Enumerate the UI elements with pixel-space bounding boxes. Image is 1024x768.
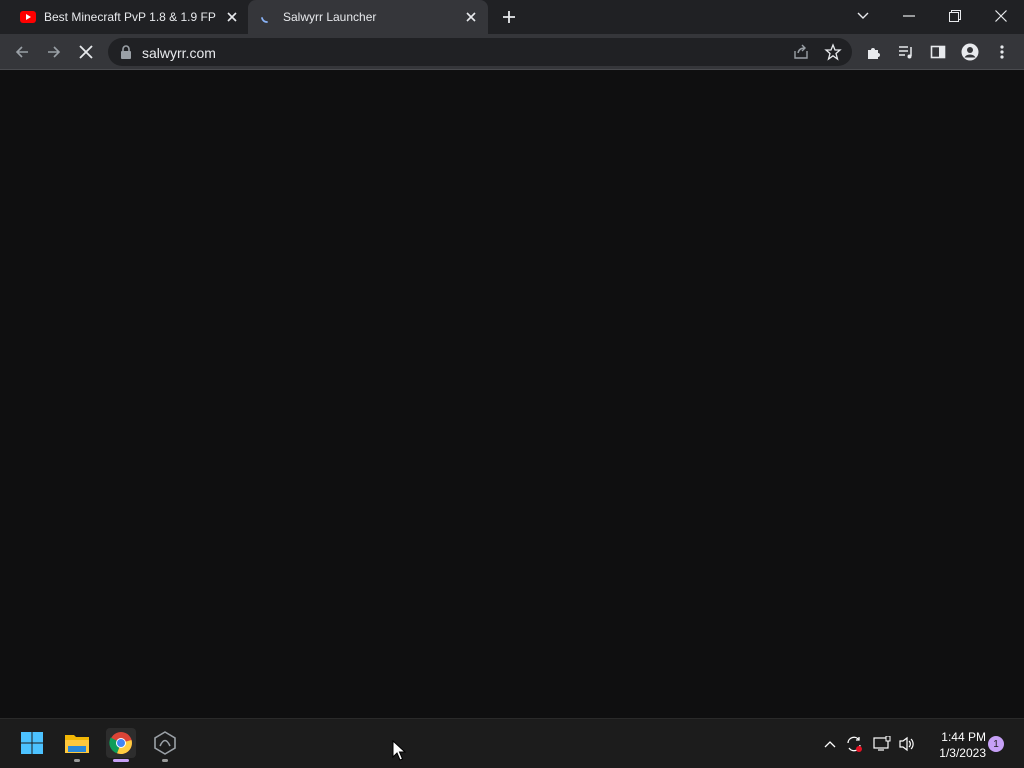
media-control-icon[interactable] [896, 42, 916, 62]
stop-loading-button[interactable] [76, 42, 96, 62]
tab-title: Salwyrr Launcher [283, 10, 377, 24]
new-tab-button[interactable] [500, 8, 518, 26]
extensions-icon[interactable] [864, 42, 884, 62]
clock-time: 1:44 PM [941, 730, 986, 744]
lock-icon[interactable] [120, 45, 132, 59]
profile-icon[interactable] [960, 42, 980, 62]
loading-spinner-icon [258, 9, 274, 25]
running-indicator [74, 759, 80, 762]
back-button[interactable] [12, 42, 32, 62]
share-icon[interactable] [792, 43, 810, 61]
network-icon[interactable] [873, 735, 891, 753]
address-bar[interactable]: salwyrr.com [108, 38, 852, 66]
tab-youtube[interactable]: Best Minecraft PvP 1.8 & 1.9 FPS [0, 0, 246, 34]
mouse-cursor-icon [392, 739, 407, 762]
active-indicator [113, 759, 129, 762]
bookmark-star-icon[interactable] [824, 43, 842, 61]
show-hidden-icons-icon[interactable] [821, 735, 839, 753]
close-tab-icon[interactable] [224, 9, 240, 25]
tab-salwyrr[interactable]: Salwyrr Launcher [248, 0, 488, 34]
page-content[interactable] [0, 70, 1024, 718]
clock-date: 1/3/2023 [939, 746, 986, 760]
taskbar: 1:44 PM 1/3/2023 1 [0, 718, 1024, 768]
notification-badge[interactable]: 1 [988, 736, 1004, 752]
salwyrr-launcher-icon[interactable] [150, 728, 180, 762]
windows-start-icon[interactable] [17, 728, 47, 758]
forward-button[interactable] [44, 42, 64, 62]
sync-icon[interactable] [845, 735, 863, 753]
tab-strip: Best Minecraft PvP 1.8 & 1.9 FPS Salwyrr… [0, 0, 1024, 34]
url-text[interactable]: salwyrr.com [142, 45, 216, 61]
volume-icon[interactable] [898, 735, 916, 753]
close-window-button[interactable] [989, 6, 1013, 26]
side-panel-icon[interactable] [928, 42, 948, 62]
minimize-button[interactable] [897, 6, 921, 26]
tab-title: Best Minecraft PvP 1.8 & 1.9 FPS [44, 10, 216, 24]
restore-button[interactable] [943, 6, 967, 26]
file-explorer-icon[interactable] [62, 728, 92, 762]
browser-toolbar: salwyrr.com [0, 34, 1024, 70]
close-tab-icon[interactable] [463, 9, 479, 25]
kebab-menu-icon[interactable] [992, 42, 1012, 62]
running-indicator [162, 759, 168, 762]
taskbar-clock[interactable]: 1:44 PM 1/3/2023 [924, 729, 986, 761]
chrome-icon[interactable] [106, 728, 136, 762]
youtube-icon [20, 9, 36, 25]
tab-search-icon[interactable] [851, 6, 875, 26]
